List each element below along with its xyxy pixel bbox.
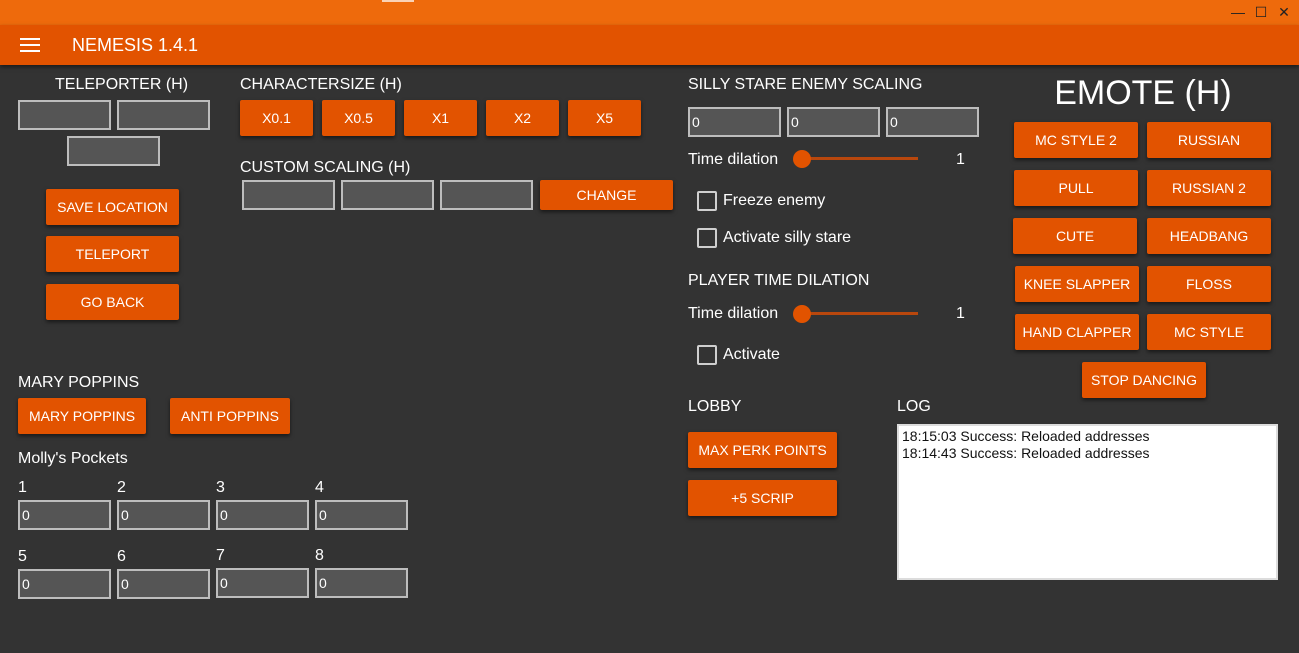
log-line: 18:14:43 Success: Reloaded addresses — [902, 445, 1150, 461]
emote-russian-button[interactable]: RUSSIAN — [1147, 122, 1271, 158]
emote-mc-style-2-button[interactable]: MC STYLE 2 — [1014, 122, 1138, 158]
pocket-field-2[interactable] — [117, 500, 210, 530]
custom-scaling-title: CUSTOM SCALING (H) — [240, 159, 411, 176]
mary-poppins-title: MARY POPPINS — [18, 374, 140, 391]
pocket-field-7[interactable] — [216, 568, 309, 598]
size-x0.1-button[interactable]: X0.1 — [240, 100, 313, 136]
size-x2-button[interactable]: X2 — [486, 100, 559, 136]
silly-stare-x-field[interactable] — [688, 107, 781, 137]
player-time-dilation-thumb[interactable] — [793, 305, 811, 323]
activate-silly-stare-label: Activate silly stare — [723, 229, 852, 246]
silly-stare-y-field[interactable] — [787, 107, 880, 137]
log-title: LOG — [897, 398, 931, 415]
mary-poppins-button[interactable]: MARY POPPINS — [18, 398, 146, 434]
max-perk-points-button[interactable]: MAX PERK POINTS — [688, 432, 837, 468]
pocket-field-5[interactable] — [18, 569, 111, 599]
emote-knee-slapper-button[interactable]: KNEE SLAPPER — [1015, 266, 1139, 302]
player-time-dilation-value: 1 — [956, 305, 965, 322]
pocket-label-6: 6 — [117, 548, 126, 565]
silly-stare-time-dilation-value: 1 — [956, 151, 965, 168]
emote-headbang-button[interactable]: HEADBANG — [1147, 218, 1271, 254]
emote-pull-button[interactable]: PULL — [1014, 170, 1138, 206]
freeze-enemy-checkbox[interactable] — [697, 191, 717, 211]
size-x0.5-button[interactable]: X0.5 — [322, 100, 395, 136]
teleporter-x-field[interactable] — [18, 100, 111, 130]
maximize-icon[interactable]: ☐ — [1250, 2, 1272, 22]
pocket-field-4[interactable] — [315, 500, 408, 530]
plus-5-scrip-button[interactable]: +5 SCRIP — [688, 480, 837, 516]
lobby-title: LOBBY — [688, 398, 742, 415]
teleporter-z-field[interactable] — [67, 136, 160, 166]
activate-player-dilation-label: Activate — [723, 346, 780, 363]
log-textbox[interactable]: 18:15:03 Success: Reloaded addresses 18:… — [897, 424, 1278, 580]
mollys-pockets-title: Molly's Pockets — [18, 450, 128, 467]
pocket-field-8[interactable] — [315, 568, 408, 598]
save-location-button[interactable]: SAVE LOCATION — [46, 189, 179, 225]
player-time-dilation-title: PLAYER TIME DILATION — [688, 272, 870, 289]
pocket-label-8: 8 — [315, 547, 324, 564]
pocket-field-1[interactable] — [18, 500, 111, 530]
emote-russian-2-button[interactable]: RUSSIAN 2 — [1147, 170, 1271, 206]
custom-scaling-z-field[interactable] — [440, 180, 533, 210]
emote-cute-button[interactable]: CUTE — [1013, 218, 1137, 254]
silly-stare-time-dilation-track[interactable] — [800, 157, 918, 160]
custom-scaling-y-field[interactable] — [341, 180, 434, 210]
activate-silly-stare-checkbox[interactable] — [697, 228, 717, 248]
silly-stare-z-field[interactable] — [886, 107, 979, 137]
player-time-dilation-label: Time dilation — [688, 305, 779, 322]
teleport-button[interactable]: TELEPORT — [46, 236, 179, 272]
window-titlebar: — ☐ ✕ — [0, 0, 1299, 25]
pocket-label-4: 4 — [315, 479, 324, 496]
titlebar-accent — [382, 0, 414, 2]
teleporter-y-field[interactable] — [117, 100, 210, 130]
teleporter-title: TELEPORTER (H) — [55, 76, 189, 93]
size-x5-button[interactable]: X5 — [568, 100, 641, 136]
size-x1-button[interactable]: X1 — [404, 100, 477, 136]
minimize-icon[interactable]: — — [1227, 2, 1249, 22]
pocket-label-7: 7 — [216, 547, 225, 564]
change-button[interactable]: CHANGE — [540, 180, 673, 210]
emote-hand-clapper-button[interactable]: HAND CLAPPER — [1015, 314, 1139, 350]
close-icon[interactable]: ✕ — [1273, 2, 1295, 22]
charactersize-title: CHARACTERSIZE (H) — [240, 76, 402, 93]
silly-stare-title: SILLY STARE ENEMY SCALING — [688, 76, 923, 93]
pocket-label-3: 3 — [216, 479, 225, 496]
stop-dancing-button[interactable]: STOP DANCING — [1082, 362, 1206, 398]
activate-player-dilation-checkbox[interactable] — [697, 345, 717, 365]
freeze-enemy-label: Freeze enemy — [723, 192, 826, 209]
pocket-label-2: 2 — [117, 479, 126, 496]
emote-mc-style-button[interactable]: MC STYLE — [1147, 314, 1271, 350]
emote-floss-button[interactable]: FLOSS — [1147, 266, 1271, 302]
pocket-label-5: 5 — [18, 548, 27, 565]
app-title: NEMESIS 1.4.1 — [72, 35, 199, 55]
pocket-label-1: 1 — [18, 479, 27, 496]
silly-stare-time-dilation-thumb[interactable] — [793, 150, 811, 168]
app-bar: NEMESIS 1.4.1 — [0, 25, 1299, 65]
log-line: 18:15:03 Success: Reloaded addresses — [902, 428, 1150, 444]
anti-poppins-button[interactable]: ANTI POPPINS — [170, 398, 290, 434]
custom-scaling-x-field[interactable] — [242, 180, 335, 210]
pocket-field-6[interactable] — [117, 569, 210, 599]
silly-stare-time-dilation-label: Time dilation — [688, 151, 779, 168]
hamburger-menu-icon[interactable] — [20, 38, 40, 52]
pocket-field-3[interactable] — [216, 500, 309, 530]
emote-title: EMOTE (H) — [1054, 74, 1232, 112]
player-time-dilation-track[interactable] — [800, 312, 918, 315]
go-back-button[interactable]: GO BACK — [46, 284, 179, 320]
